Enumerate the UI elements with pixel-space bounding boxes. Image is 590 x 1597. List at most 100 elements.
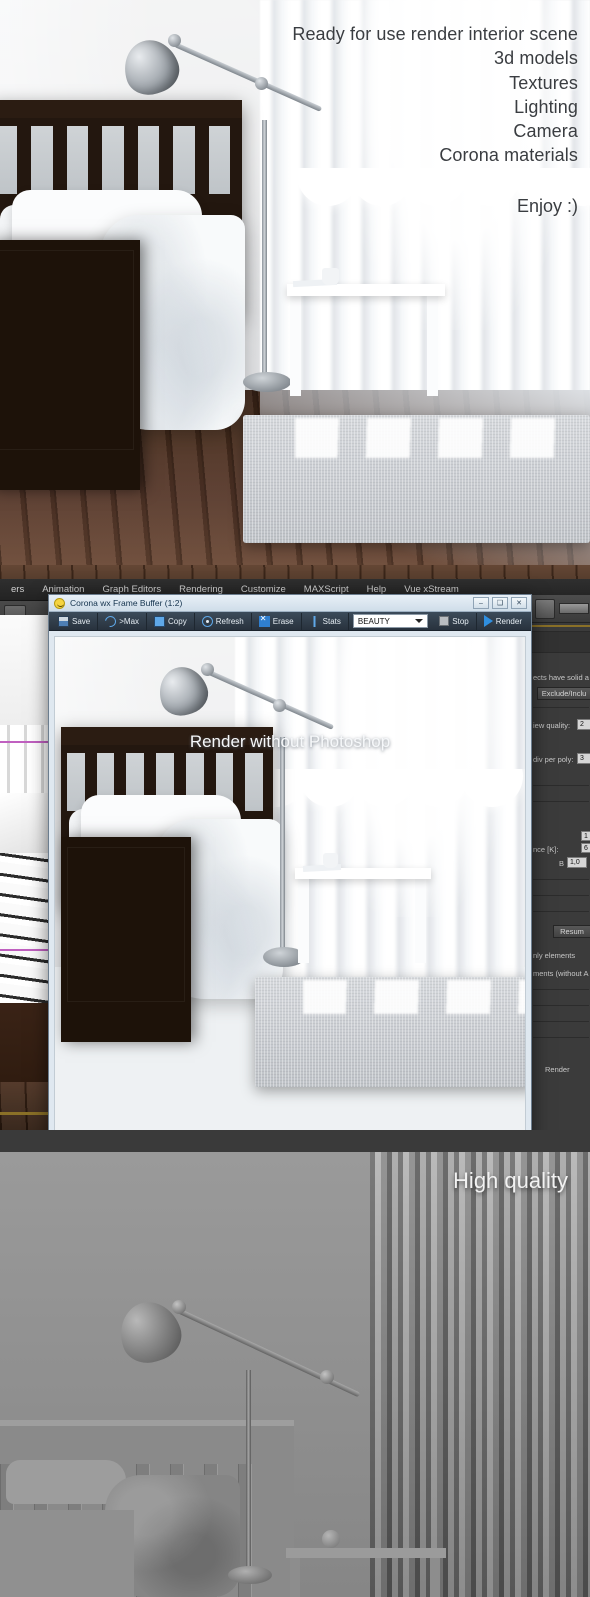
temperature-field-top[interactable]: 1 xyxy=(581,831,590,841)
temperature-field[interactable]: 6 xyxy=(581,843,590,853)
erase-button[interactable]: Erase xyxy=(252,612,302,630)
panel-toolbar-icons[interactable] xyxy=(559,603,589,614)
clay-lamp-base xyxy=(228,1566,272,1584)
corona-smiley-icon xyxy=(54,597,65,609)
send-to-max-icon xyxy=(103,613,119,629)
frame-buffer-toolbar[interactable]: Save >Max Copy Refresh Erase xyxy=(49,612,531,631)
menu-item-0[interactable]: ers xyxy=(2,584,33,595)
save-label: Save xyxy=(72,616,91,626)
clay-table-leg-right xyxy=(430,1558,440,1597)
render-button[interactable]: Render xyxy=(477,613,529,630)
frame-buffer-title: Corona wx Frame Buffer (1:2) xyxy=(70,598,183,608)
bed-footboard xyxy=(0,240,140,490)
save-icon xyxy=(58,615,69,627)
exclude-include-button[interactable]: Exclude/Inclu xyxy=(537,687,590,700)
render-pass-value: BEAUTY xyxy=(357,616,390,626)
viewport-divider-top xyxy=(0,741,48,743)
rollout-header-1[interactable] xyxy=(531,631,590,653)
erase-icon xyxy=(258,614,270,627)
copy-icon xyxy=(154,615,166,627)
div-per-poly-field[interactable]: 3 xyxy=(577,753,590,764)
stats-icon xyxy=(308,615,320,627)
fb-footboard xyxy=(61,837,191,1042)
window-controls[interactable]: – ❑ ✕ xyxy=(473,597,531,609)
side-table-leg-left xyxy=(290,294,301,396)
panel-text-objects-solid: ects have solid a xyxy=(533,673,589,682)
clay-curtain xyxy=(370,1152,590,1597)
copy-label: Copy xyxy=(168,616,187,626)
render-canvas-label: Render without Photoshop xyxy=(189,732,391,751)
corona-frame-buffer-window[interactable]: Corona wx Frame Buffer (1:2) – ❑ ✕ Save … xyxy=(48,594,532,1130)
feature-line-5: Corona materials xyxy=(439,145,578,166)
fb-lamp-pole xyxy=(280,737,285,962)
copy-button[interactable]: Copy xyxy=(147,612,195,630)
fb-cup xyxy=(323,853,338,868)
play-icon xyxy=(483,615,493,627)
resume-button[interactable]: Resum xyxy=(553,925,590,938)
modify-panel-icon[interactable] xyxy=(535,599,555,619)
viewport-divider-bottom xyxy=(0,949,48,951)
cup-on-table xyxy=(322,268,339,285)
stop-label: Stop xyxy=(452,616,469,626)
fb-rug-sunlight xyxy=(303,980,525,1014)
refresh-label: Refresh xyxy=(215,616,244,626)
clay-table-top xyxy=(286,1548,446,1558)
chevron-down-icon xyxy=(415,619,424,623)
headboard-slats xyxy=(0,126,230,194)
stats-button[interactable]: Stats xyxy=(302,612,349,630)
floor-lamp-joint-lower xyxy=(255,77,268,90)
fb-table-leg-right xyxy=(415,877,426,963)
rug-sunlight xyxy=(295,418,565,458)
feature-line-1: 3d models xyxy=(494,48,578,69)
feature-line-3: Lighting xyxy=(514,96,578,117)
render-pass-select[interactable]: BEAUTY xyxy=(352,614,429,628)
close-icon[interactable]: ✕ xyxy=(511,597,527,609)
view-quality-field[interactable]: 2 xyxy=(577,719,590,730)
stop-button[interactable]: Stop xyxy=(432,612,477,630)
panel-text-only-elements: nly elements xyxy=(533,951,576,960)
fb-valance xyxy=(245,769,525,844)
panel-accent-line xyxy=(531,625,590,627)
floor-lamp-joint-upper xyxy=(168,34,181,47)
feature-line-2: Textures xyxy=(509,72,578,93)
clay-lamp-pole xyxy=(246,1370,251,1580)
refresh-icon xyxy=(201,615,213,627)
clay-render-image: High quality xyxy=(0,1130,590,1597)
frame-buffer-title-bar[interactable]: Corona wx Frame Buffer (1:2) – ❑ ✕ xyxy=(49,595,531,612)
send-to-max-button[interactable]: >Max xyxy=(98,612,148,630)
floor-lamp-pole xyxy=(262,120,267,390)
clay-lamp-joint-lower xyxy=(320,1370,334,1384)
save-button[interactable]: Save xyxy=(51,612,99,630)
clay-top-bar xyxy=(0,1130,590,1152)
command-panel[interactable]: ects have solid a Exclude/Inclu iew qual… xyxy=(530,595,590,1130)
clay-cup xyxy=(322,1530,340,1548)
maximize-icon[interactable]: ❑ xyxy=(492,597,508,609)
hero-render-image: Ready for use render interior scene 3d m… xyxy=(0,0,590,565)
stop-icon xyxy=(439,616,450,626)
page-root: Ready for use render interior scene 3d m… xyxy=(0,0,590,1597)
render-label: Render xyxy=(495,616,522,626)
panel-text-elements-without: ments (without A xyxy=(533,969,589,978)
side-table-leg-right xyxy=(427,294,438,396)
clay-table-leg-left xyxy=(290,1558,300,1597)
floor-lamp-base xyxy=(243,372,291,392)
enjoy-text: Enjoy :) xyxy=(516,195,578,216)
fb-lamp-joint-lower xyxy=(273,699,286,712)
send-to-max-label: >Max xyxy=(119,616,140,626)
viewport-left-sliver[interactable] xyxy=(0,615,48,1115)
render-canvas[interactable]: Render without Photoshop xyxy=(54,636,526,1130)
erase-label: Erase xyxy=(272,616,294,626)
fb-lamp-joint-upper xyxy=(201,663,214,676)
3dsmax-screenshot: ers Animation Graph Editors Rendering Cu… xyxy=(0,565,590,1130)
hero-feature-list: Ready for use render interior scene 3d m… xyxy=(292,22,578,218)
clay-lamp-joint-upper xyxy=(172,1300,186,1314)
fb-table-leg-left xyxy=(298,877,309,963)
b-value-field[interactable]: 1,0 xyxy=(567,857,587,868)
clay-footboard xyxy=(0,1510,134,1597)
feature-line-4: Camera xyxy=(513,121,578,142)
minimize-icon[interactable]: – xyxy=(473,597,489,609)
clay-quality-label: High quality xyxy=(453,1168,568,1193)
stats-label: Stats xyxy=(322,616,341,626)
render-button-label[interactable]: Render xyxy=(545,1065,590,1074)
refresh-button[interactable]: Refresh xyxy=(195,612,252,630)
